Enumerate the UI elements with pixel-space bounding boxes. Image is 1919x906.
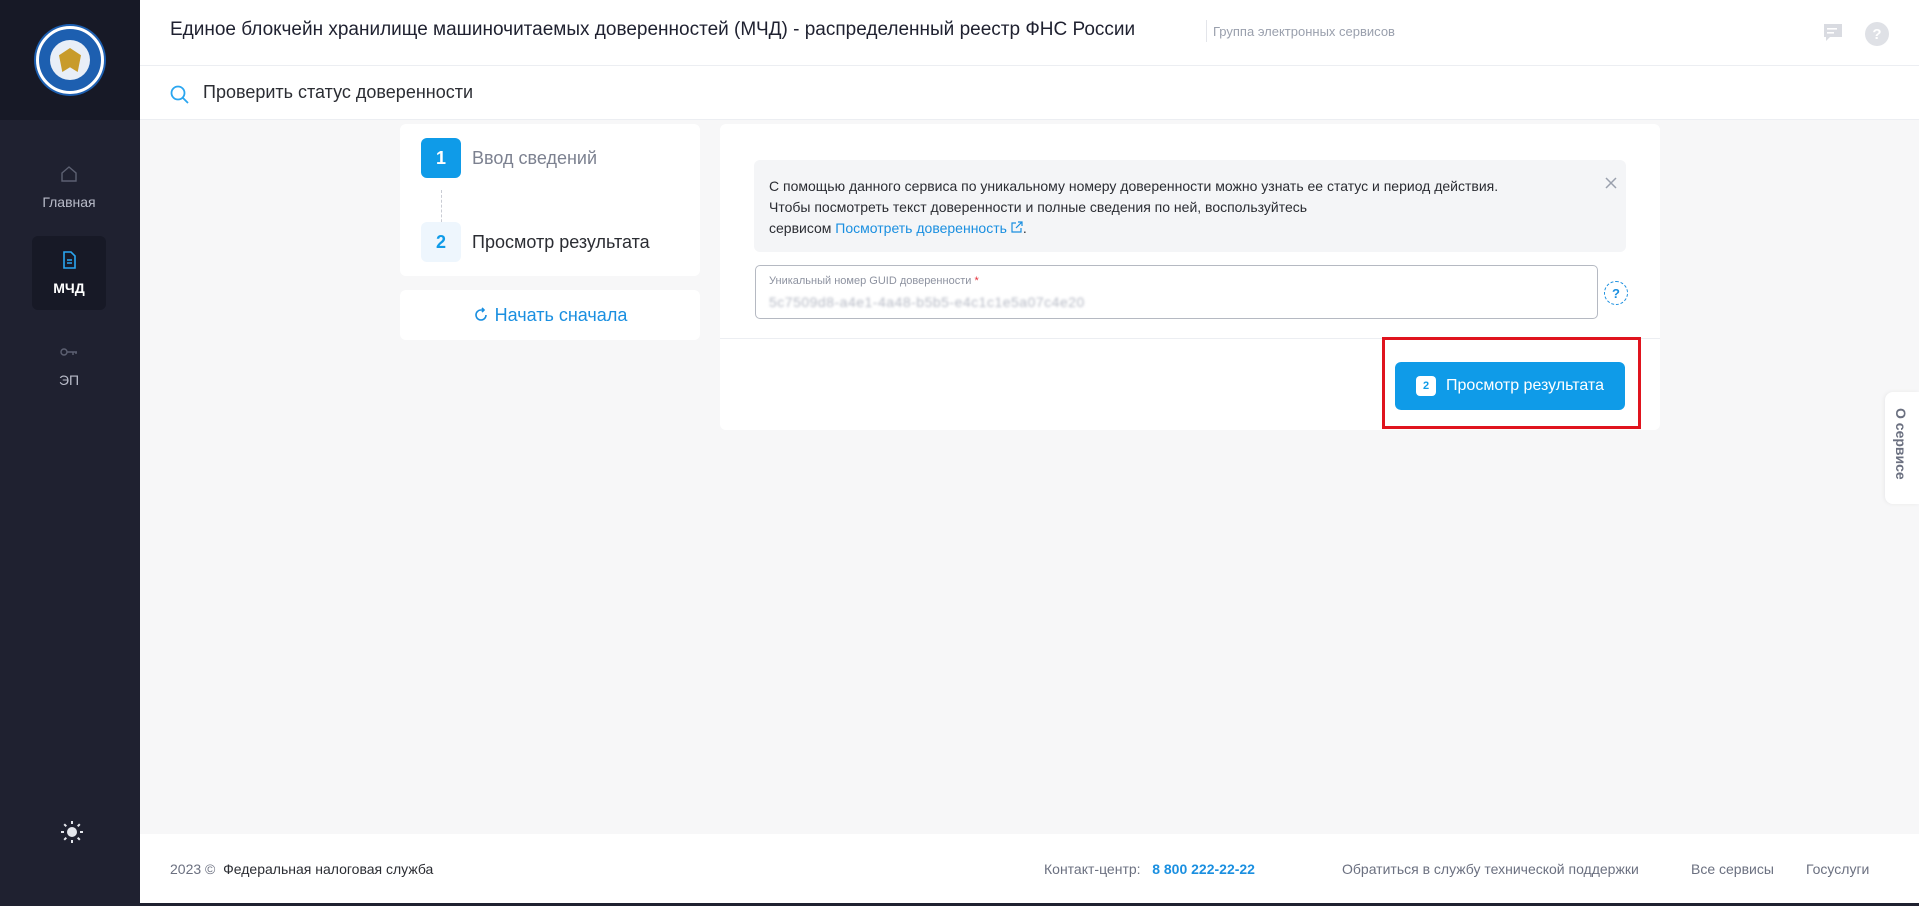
sidebar-logo-area (0, 0, 140, 120)
guid-input-label: Уникальный номер GUID доверенности * (769, 275, 979, 287)
fns-logo[interactable] (36, 26, 104, 94)
info-line-3-suffix: . (1022, 220, 1027, 236)
footer-contact: Контакт-центр: 8 800 222-22-22 (1044, 861, 1255, 877)
footer-org: Федеральная налоговая служба (223, 861, 434, 877)
sidebar-item-label: МЧД (53, 280, 85, 296)
field-help-icon[interactable]: ? (1604, 281, 1628, 305)
info-line-3: сервисом Посмотреть доверенность. (769, 218, 1498, 239)
footer-all-services-link[interactable]: Все сервисы (1691, 861, 1774, 877)
app-title: Единое блокчейн хранилище машиночитаемых… (170, 19, 1136, 40)
sidebar-item-label: Главная (42, 194, 96, 210)
sidebar-item-ep[interactable]: ЭП (32, 328, 106, 402)
copyright-year: 2023 © (170, 861, 216, 877)
info-line-1: С помощью данного сервиса по уникальному… (769, 178, 1499, 194)
footer-gosuslugi-link[interactable]: Госуслуги (1806, 861, 1869, 877)
info-text: С помощью данного сервиса по уникальному… (769, 176, 1498, 239)
required-mark: * (974, 275, 979, 287)
info-line-2: Чтобы посмотреть текст доверенности и по… (769, 199, 1308, 215)
step-2: 2 Просмотр результата (421, 222, 650, 262)
header-group-link[interactable]: Группа электронных сервисов (1213, 24, 1395, 39)
step-1: 1 Ввод сведений (421, 138, 597, 178)
info-line-3-prefix: сервисом (769, 220, 832, 236)
page-toolbar: Проверить статус доверенности (140, 66, 1919, 120)
link-label: Посмотреть доверенность (835, 220, 1007, 236)
guid-input[interactable]: Уникальный номер GUID доверенности * 5c7… (755, 265, 1598, 319)
info-alert: С помощью данного сервиса по уникальному… (754, 160, 1626, 252)
header-divider (1206, 20, 1207, 42)
step-number: 2 (421, 222, 461, 262)
header: Единое блокчейн хранилище машиночитаемых… (140, 0, 1919, 66)
chat-icon[interactable] (1822, 22, 1844, 44)
contact-label: Контакт-центр: (1044, 861, 1141, 877)
external-link-icon (1011, 221, 1023, 233)
restart-label: Начать сначала (494, 304, 628, 325)
about-service-label: О сервисе (1893, 408, 1909, 480)
button-label: Просмотр результата (1446, 377, 1604, 394)
restart-button[interactable]: Начать сначала (400, 290, 700, 340)
home-icon (61, 166, 77, 182)
steps-card: 1 Ввод сведений 2 Просмотр результата (400, 124, 700, 276)
key-icon (60, 348, 77, 356)
footer: 2023 © Федеральная налоговая служба Конт… (140, 834, 1919, 906)
button-step-badge: 2 (1416, 376, 1437, 396)
step-number: 1 (421, 138, 461, 178)
step-label: Ввод сведений (472, 147, 598, 168)
sidebar-item-mchd[interactable]: МЧД (32, 236, 106, 310)
document-icon (63, 251, 76, 269)
eagle-icon (59, 48, 81, 72)
sidebar-item-home[interactable]: Главная (32, 150, 106, 224)
view-result-button[interactable]: 2 Просмотр результата (1395, 362, 1625, 410)
sidebar: Главная МЧД ЭП (0, 0, 140, 906)
sidebar-item-label: ЭП (58, 372, 80, 388)
guid-label-text: Уникальный номер GUID доверенности (769, 275, 972, 287)
contact-phone-link[interactable]: 8 800 222-22-22 (1152, 861, 1255, 877)
help-icon[interactable]: ? (1865, 22, 1889, 46)
footer-support-link[interactable]: Обратиться в службу технической поддержк… (1342, 861, 1639, 877)
close-icon[interactable] (1604, 176, 1618, 190)
footer-copyright: 2023 © Федеральная налоговая служба (170, 861, 433, 877)
logo-emblem (50, 40, 90, 80)
search-status-icon (170, 85, 189, 104)
about-service-tab[interactable]: О сервисе (1885, 392, 1919, 504)
step-label: Просмотр результата (472, 231, 650, 252)
guid-input-value[interactable]: 5c7509d8-a4e1-4a48-b5b5-e4c1c1e5a07c4e20 (769, 294, 1085, 310)
refresh-icon (474, 307, 487, 321)
page-title: Проверить статус доверенности (203, 82, 474, 102)
sun-icon[interactable] (60, 820, 84, 844)
view-power-of-attorney-link[interactable]: Посмотреть доверенность (835, 220, 1023, 236)
